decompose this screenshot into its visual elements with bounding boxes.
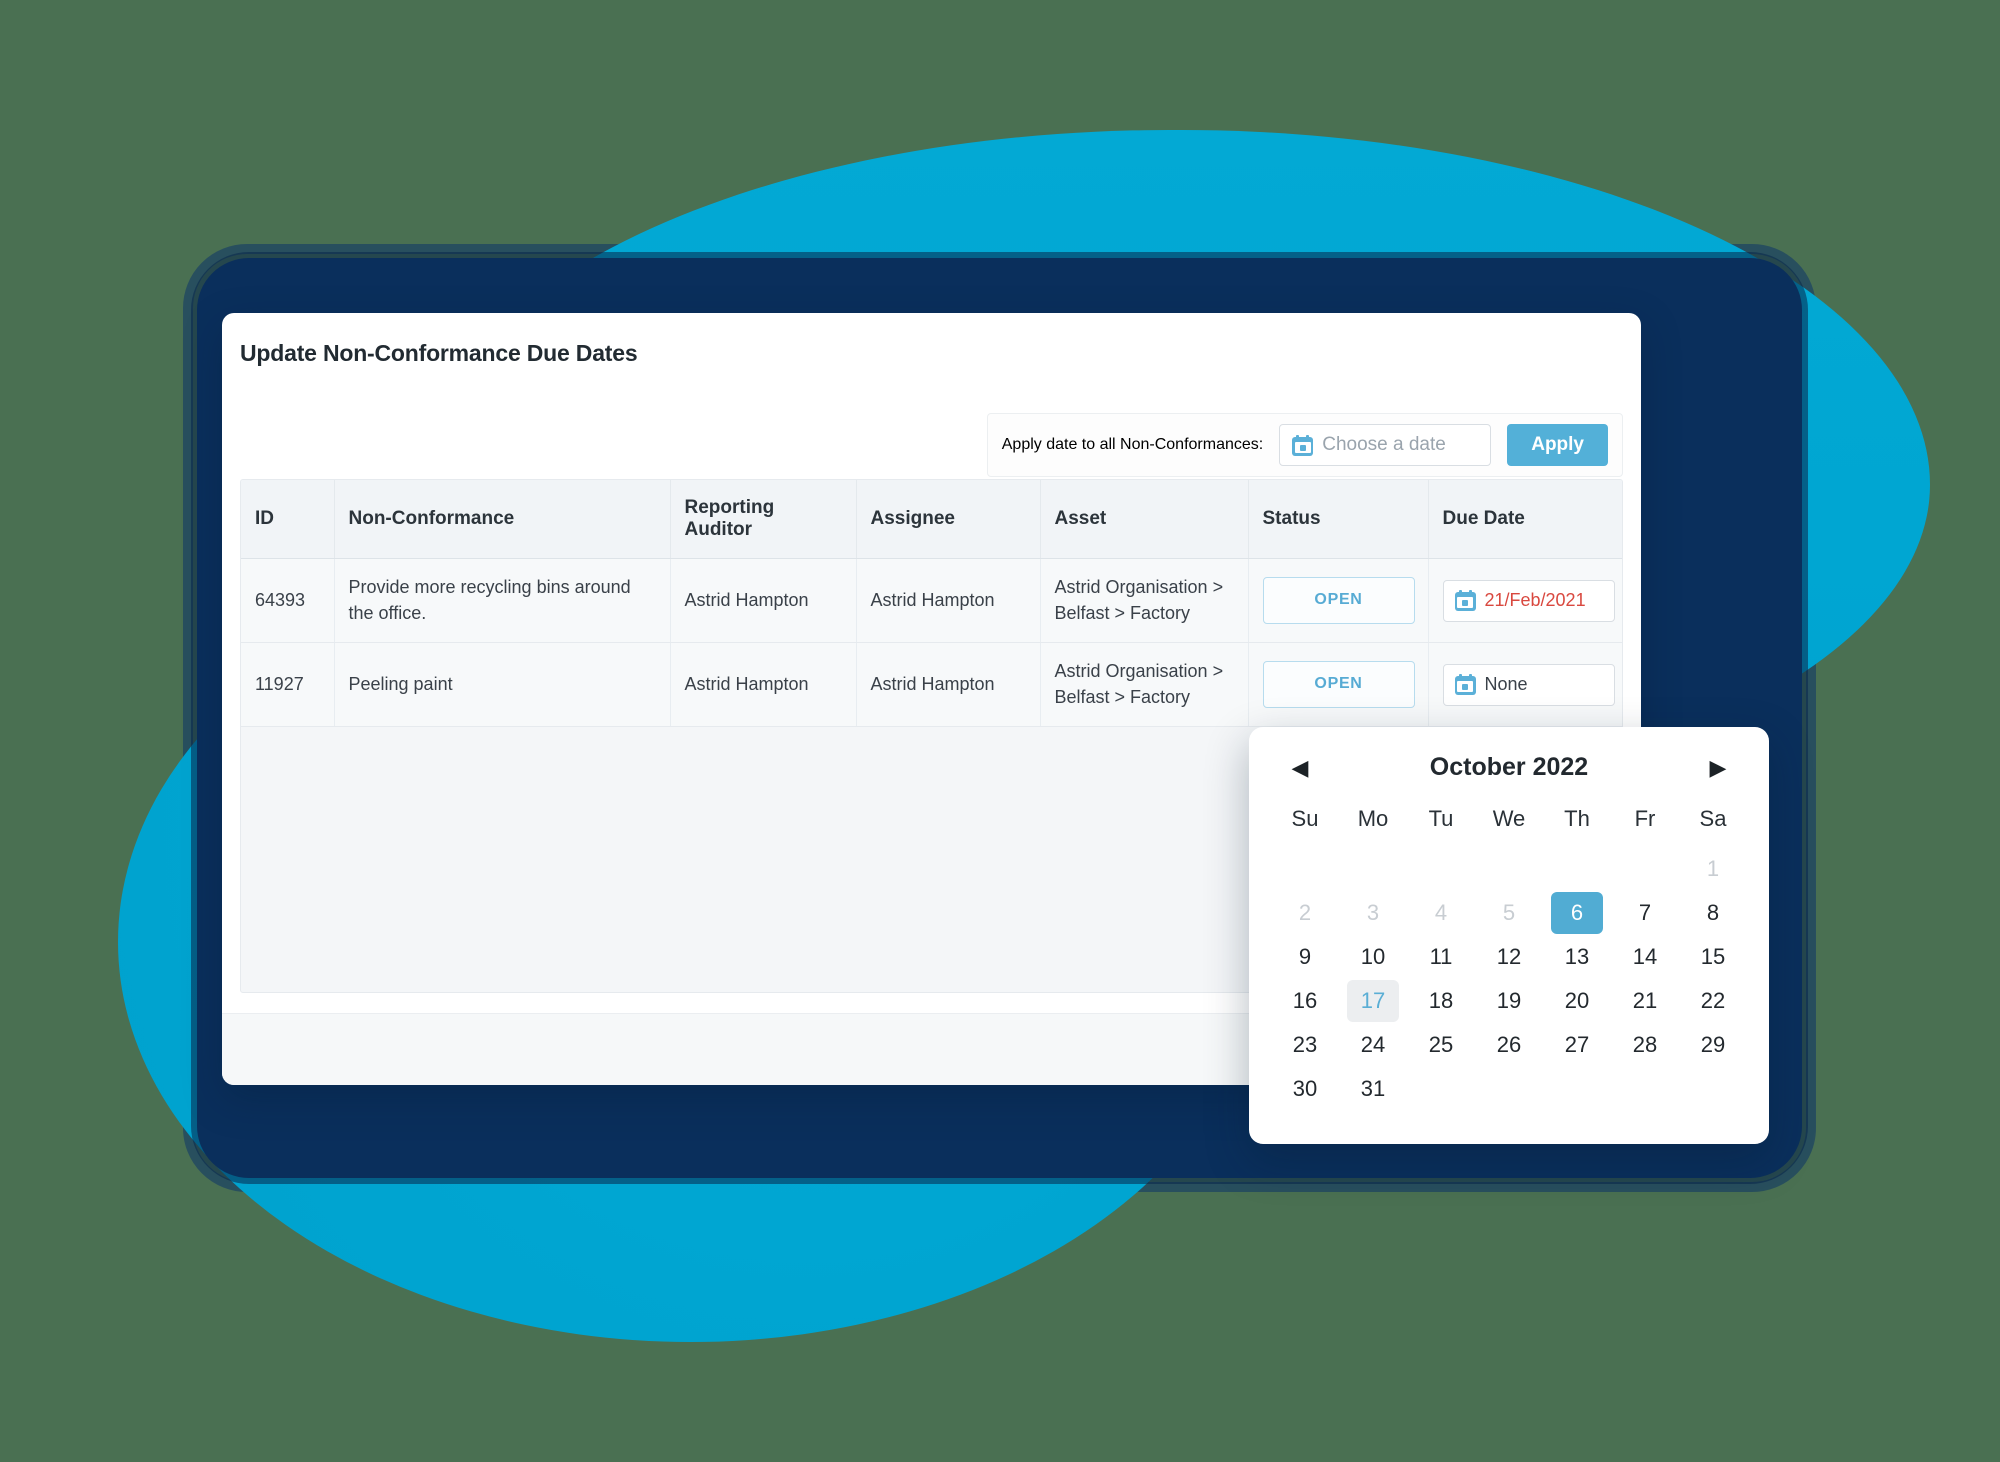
calendar-blank-cell: [1279, 848, 1331, 890]
calendar-day-23[interactable]: 23: [1279, 1024, 1331, 1066]
cell-assignee: Astrid Hampton: [856, 642, 1041, 728]
status-badge[interactable]: OPEN: [1262, 661, 1415, 708]
apply-button[interactable]: Apply: [1507, 424, 1608, 466]
calendar-day-24[interactable]: 24: [1347, 1024, 1399, 1066]
calendar-day-17[interactable]: 17: [1347, 980, 1399, 1022]
calendar-grid: Su Mo Tu We Th Fr Sa 1 2 3 4 5 6 7 8 9 10 11 12 13 14 15 16 17 1…: [1271, 800, 1747, 1110]
calendar-dow-we: We: [1492, 806, 1526, 831]
status-badge[interactable]: OPEN: [1262, 577, 1415, 624]
column-header-asset[interactable]: Asset: [1040, 480, 1249, 559]
calendar-day-21[interactable]: 21: [1619, 980, 1671, 1022]
column-header-auditor[interactable]: Reporting Auditor: [670, 480, 857, 559]
table-row: 11927 Peeling paint Astrid Hampton Astri…: [241, 642, 1622, 728]
cell-asset: Astrid Organisation > Belfast > Factory: [1040, 642, 1249, 728]
table-header-row: ID Non-Conformance Reporting Auditor Ass…: [241, 480, 1622, 559]
calendar-day-4: 4: [1434, 900, 1448, 925]
calendar-dow-th: Th: [1564, 806, 1590, 831]
page-title: Update Non-Conformance Due Dates: [240, 340, 638, 366]
calendar-day-15[interactable]: 15: [1687, 936, 1739, 978]
calendar-day-20[interactable]: 20: [1551, 980, 1603, 1022]
calendar-icon: [1454, 590, 1476, 612]
calendar-dow-tu: Tu: [1428, 806, 1454, 831]
calendar-blank-cell: [1619, 848, 1671, 890]
calendar-icon: [1454, 674, 1476, 696]
cell-nc: Provide more recycling bins around the o…: [334, 558, 671, 644]
due-date-input[interactable]: 21/Feb/2021: [1442, 579, 1615, 622]
calendar-day-6[interactable]: 6: [1551, 892, 1603, 934]
prev-month-icon[interactable]: ◀: [1287, 755, 1313, 781]
cell-nc: Peeling paint: [334, 642, 671, 728]
calendar-day-18[interactable]: 18: [1415, 980, 1467, 1022]
date-picker-popup: ◀ October 2022 ▶ Su Mo Tu We Th Fr Sa 1 2 3 4 5 6 7 8 9…: [1249, 727, 1769, 1144]
calendar-dow-mo: Mo: [1357, 806, 1389, 831]
calendar-day-2: 2: [1298, 900, 1312, 925]
calendar-day-10[interactable]: 10: [1347, 936, 1399, 978]
calendar-day-5: 5: [1502, 900, 1516, 925]
calendar-day-27[interactable]: 27: [1551, 1024, 1603, 1066]
calendar-day-25[interactable]: 25: [1415, 1024, 1467, 1066]
calendar-header: ◀ October 2022 ▶: [1271, 745, 1747, 800]
calendar-blank-cell: [1415, 848, 1467, 890]
apply-date-bar: Apply date to all Non-Conformances: Choo…: [986, 413, 1623, 477]
calendar-dow-sa: Sa: [1699, 806, 1727, 831]
cell-status: OPEN: [1248, 642, 1429, 728]
cell-due-date: None: [1428, 642, 1622, 728]
column-header-status[interactable]: Status: [1248, 480, 1429, 559]
cell-asset: Astrid Organisation > Belfast > Factory: [1040, 558, 1249, 644]
due-date-value: 21/Feb/2021: [1484, 589, 1586, 610]
column-header-id[interactable]: ID: [241, 480, 335, 559]
calendar-dow-fr: Fr: [1634, 806, 1656, 831]
cell-auditor: Astrid Hampton: [670, 642, 857, 728]
apply-date-label: Apply date to all Non-Conformances:: [1001, 436, 1264, 453]
calendar-day-11[interactable]: 11: [1415, 936, 1467, 978]
calendar-day-8[interactable]: 8: [1687, 892, 1739, 934]
calendar-day-30[interactable]: 30: [1279, 1068, 1331, 1110]
calendar-day-31[interactable]: 31: [1347, 1068, 1399, 1110]
calendar-day-29[interactable]: 29: [1687, 1024, 1739, 1066]
due-date-input[interactable]: None: [1442, 663, 1615, 706]
calendar-day-26[interactable]: 26: [1483, 1024, 1535, 1066]
calendar-month-label: October 2022: [1429, 753, 1589, 781]
next-month-icon[interactable]: ▶: [1705, 755, 1731, 781]
apply-date-placeholder: Choose a date: [1322, 434, 1446, 455]
calendar-blank-cell: [1551, 848, 1603, 890]
calendar-blank-cell: [1483, 848, 1535, 890]
cell-id: 64393: [241, 558, 335, 644]
calendar-day-7[interactable]: 7: [1619, 892, 1671, 934]
calendar-day-13[interactable]: 13: [1551, 936, 1603, 978]
calendar-day-16[interactable]: 16: [1279, 980, 1331, 1022]
calendar-day-28[interactable]: 28: [1619, 1024, 1671, 1066]
calendar-day-19[interactable]: 19: [1483, 980, 1535, 1022]
apply-date-input[interactable]: Choose a date: [1279, 424, 1492, 466]
calendar-day-12[interactable]: 12: [1483, 936, 1535, 978]
calendar-blank-cell: [1347, 848, 1399, 890]
cell-status: OPEN: [1248, 558, 1429, 644]
cell-auditor: Astrid Hampton: [670, 558, 857, 644]
calendar-day-1: 1: [1706, 856, 1720, 881]
due-date-value: None: [1484, 673, 1528, 694]
column-header-assignee[interactable]: Assignee: [856, 480, 1041, 559]
calendar-day-9[interactable]: 9: [1279, 936, 1331, 978]
calendar-day-22[interactable]: 22: [1687, 980, 1739, 1022]
cell-due-date: 21/Feb/2021: [1428, 558, 1622, 644]
table-row: 64393 Provide more recycling bins around…: [241, 558, 1622, 644]
calendar-day-14[interactable]: 14: [1619, 936, 1671, 978]
calendar-dow-su: Su: [1291, 806, 1319, 831]
column-header-due-date[interactable]: Due Date: [1428, 480, 1622, 559]
calendar-day-3: 3: [1366, 900, 1380, 925]
column-header-nc[interactable]: Non-Conformance: [334, 480, 671, 559]
calendar-icon: [1292, 434, 1314, 456]
cell-assignee: Astrid Hampton: [856, 558, 1041, 644]
cell-id: 11927: [241, 642, 335, 728]
